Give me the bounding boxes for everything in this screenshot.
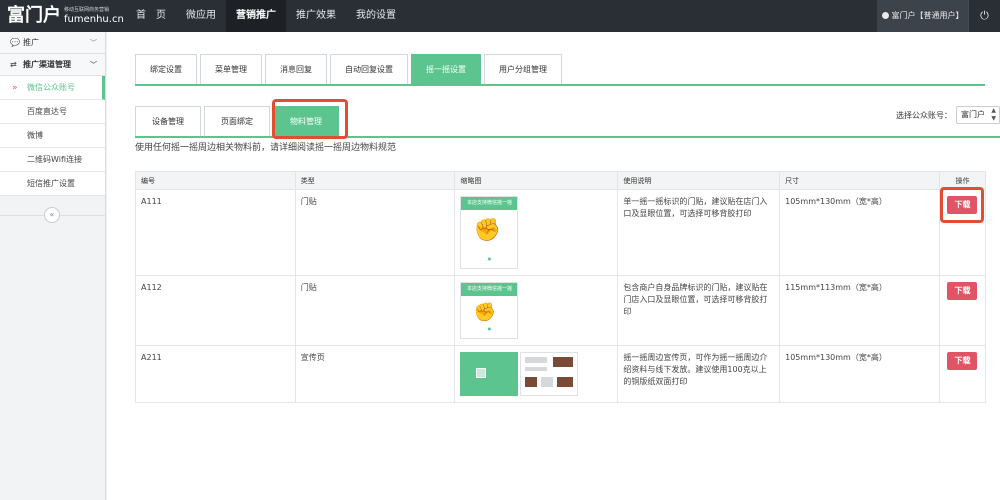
sidebar: 💬 推广 ﹀ ⇄ 推广渠道管理 ﹀ » 微信公众账号 百度直达号 微博 二维码Wifi… bbox=[0, 32, 106, 500]
sidebar-item-qr-wifi[interactable]: 二维码Wifi连接 bbox=[0, 148, 105, 172]
col-header-type: 类型 bbox=[294, 171, 456, 190]
tab-primary-2[interactable]: 消息回复 bbox=[265, 54, 327, 84]
nav-item-2[interactable]: 营销推广 bbox=[226, 0, 286, 32]
materials-table: 编号 类型 缩略图 使用说明 尺寸 操作 A111 门贴 本店支持微信摇一摇 ✊ bbox=[135, 171, 987, 403]
sidebar-item-weibo[interactable]: 微博 bbox=[0, 124, 105, 148]
nav-item-4[interactable]: 我的设置 bbox=[346, 0, 406, 32]
nav-item-0[interactable]: 首 页 bbox=[126, 0, 176, 32]
select-arrows-icon: ▲ ▼ bbox=[991, 107, 996, 122]
table-header-row: 编号 类型 缩略图 使用说明 尺寸 操作 bbox=[135, 171, 987, 190]
chevron-down-icon: ﹀ bbox=[90, 61, 97, 69]
tab-primary-4[interactable]: 摇一摇设置 bbox=[411, 54, 481, 84]
tab-primary-5[interactable]: 用户分组管理 bbox=[484, 54, 562, 84]
power-icon[interactable]: ⏻ bbox=[968, 0, 1000, 32]
tab-primary-1[interactable]: 菜单管理 bbox=[200, 54, 262, 84]
cell-type: 宣传页 bbox=[294, 345, 456, 403]
tab-primary-3[interactable]: 自动回复设置 bbox=[330, 54, 408, 84]
cell-desc: 摇一摇周边宣传页，可作为摇一摇周边介绍资料与线下发放。建议使用100克以上的铜版… bbox=[617, 345, 781, 403]
cell-id: A211 bbox=[135, 345, 296, 403]
sidebar-group-promote[interactable]: 💬 推广 ﹀ bbox=[0, 32, 105, 54]
account-select-label: 选择公众账号： bbox=[896, 110, 952, 120]
cell-size: 105mm*130mm（宽*高） bbox=[779, 345, 940, 403]
col-header-size: 尺寸 bbox=[779, 171, 940, 190]
cell-type: 门贴 bbox=[294, 189, 456, 276]
cell-size: 105mm*130mm（宽*高） bbox=[779, 189, 940, 276]
logo-main: 富门户 bbox=[7, 5, 61, 26]
sidebar-item-sms[interactable]: 短信推广设置 bbox=[0, 172, 105, 196]
tab-primary-0[interactable]: 绑定设置 bbox=[135, 54, 197, 84]
table-row: A211 宣传页 摇一摇周边宣传页，可作为摇一摇周边介绍资料与线下发放。建议使用… bbox=[135, 345, 987, 403]
cell-size: 115mm*113mm（宽*高） bbox=[779, 275, 940, 346]
user-icon bbox=[881, 12, 889, 19]
nav-item-1[interactable]: 微应用 bbox=[176, 0, 226, 32]
cell-action: 下载 bbox=[938, 275, 987, 346]
qr-code-icon bbox=[476, 368, 487, 378]
col-header-id: 编号 bbox=[135, 171, 296, 190]
logo-tagline: 移动互联网商务营销 bbox=[64, 7, 110, 13]
cell-thumb bbox=[454, 345, 619, 403]
double-chevron-left-icon[interactable]: « bbox=[44, 207, 60, 223]
wechat-logo-icon: ● bbox=[487, 326, 492, 331]
cell-id: A111 bbox=[135, 189, 296, 276]
download-button[interactable]: 下载 bbox=[947, 352, 978, 370]
sidebar-item-baidu[interactable]: 百度直达号 bbox=[0, 100, 105, 124]
col-header-thumb: 缩略图 bbox=[454, 171, 619, 190]
main-nav: 首 页微应用 营销推广 推广效果 我的设置 bbox=[126, 0, 406, 32]
tab-secondary-0[interactable]: 设备管理 bbox=[135, 106, 201, 136]
thumbnail-image: 本店支持微信摇一摇 ✊ ● bbox=[460, 282, 519, 339]
thumbnail-image bbox=[460, 352, 612, 396]
cell-action: 下载 bbox=[938, 345, 987, 403]
tab-secondary-1[interactable]: 页面绑定 bbox=[204, 106, 270, 136]
download-button[interactable]: 下载 bbox=[947, 282, 978, 300]
col-header-desc: 使用说明 bbox=[617, 171, 781, 190]
poster-front bbox=[460, 352, 519, 396]
cell-id: A112 bbox=[135, 275, 296, 346]
cell-thumb: 本店支持微信摇一摇 ✊ ● bbox=[454, 275, 619, 346]
cell-type: 门贴 bbox=[294, 275, 456, 346]
top-bar: 富门户 移动互联网商务营销 fumenhu.cn 首 页微应用 营销推广 推广效果我… bbox=[0, 0, 1000, 32]
thumbnail-image: 本店支持微信摇一摇 ✊ ● bbox=[460, 196, 519, 269]
chevron-down-icon: ﹀ bbox=[90, 39, 97, 47]
chat-bubbles-icon: 💬 bbox=[10, 38, 20, 47]
shake-hand-icon: ✊ bbox=[473, 302, 496, 323]
exchange-arrows-icon: ⇄ bbox=[10, 60, 17, 69]
sidebar-group-channel[interactable]: ⇄ 推广渠道管理 ﹀ bbox=[0, 54, 105, 76]
highlight-box bbox=[272, 99, 348, 139]
account-selector: 选择公众账号： 富门户 ▲ ▼ bbox=[896, 106, 1000, 124]
logo[interactable]: 富门户 移动互联网商务营销 fumenhu.cn bbox=[7, 5, 124, 27]
cell-action: 下载 bbox=[938, 187, 987, 276]
user-menu[interactable]: 富门户【普通用户】 bbox=[877, 0, 968, 32]
table-row: A112 门贴 本店支持微信摇一摇 ✊ ● 包含商户自身品牌标识的门贴，建议贴在… bbox=[135, 275, 987, 346]
notice-text: 使用任何摇一摇周边相关物料前，请详细阅读摇一摇周边物料规范 bbox=[135, 143, 397, 153]
account-select[interactable]: 富门户 ▲ ▼ bbox=[956, 106, 1000, 124]
table-row: A111 门贴 本店支持微信摇一摇 ✊ ● 单一摇一摇标识的门贴，建议贴在店门入… bbox=[135, 187, 987, 276]
wechat-logo-icon: ● bbox=[487, 256, 492, 261]
active-marker-icon: » bbox=[12, 83, 18, 93]
cell-thumb: 本店支持微信摇一摇 ✊ ● bbox=[454, 189, 619, 276]
logo-domain: fumenhu.cn bbox=[64, 14, 124, 25]
poster-back bbox=[520, 352, 579, 396]
sidebar-item-wechat[interactable]: » 微信公众账号 bbox=[0, 76, 105, 100]
cell-desc: 单一摇一摇标识的门贴，建议贴在店门入口及显眼位置，可选择可移背胶打印 bbox=[617, 189, 781, 276]
shake-hand-icon: ✊ bbox=[473, 218, 501, 243]
nav-item-3[interactable]: 推广效果 bbox=[286, 0, 346, 32]
user-label: 富门户【普通用户】 bbox=[891, 11, 964, 20]
highlight-box bbox=[940, 187, 985, 223]
main-content: 绑定设置 菜单管理 消息回复 自动回复设置 摇一摇设置 用户分组管理 设备管理 页面绑定 物料… bbox=[107, 32, 1000, 500]
cell-desc: 包含商户自身品牌标识的门贴，建议贴在门店入口及显眼位置，可选择可移背胶打印 bbox=[617, 275, 781, 346]
primary-tabs: 绑定设置 菜单管理 消息回复 自动回复设置 摇一摇设置 用户分组管理 bbox=[135, 54, 565, 84]
